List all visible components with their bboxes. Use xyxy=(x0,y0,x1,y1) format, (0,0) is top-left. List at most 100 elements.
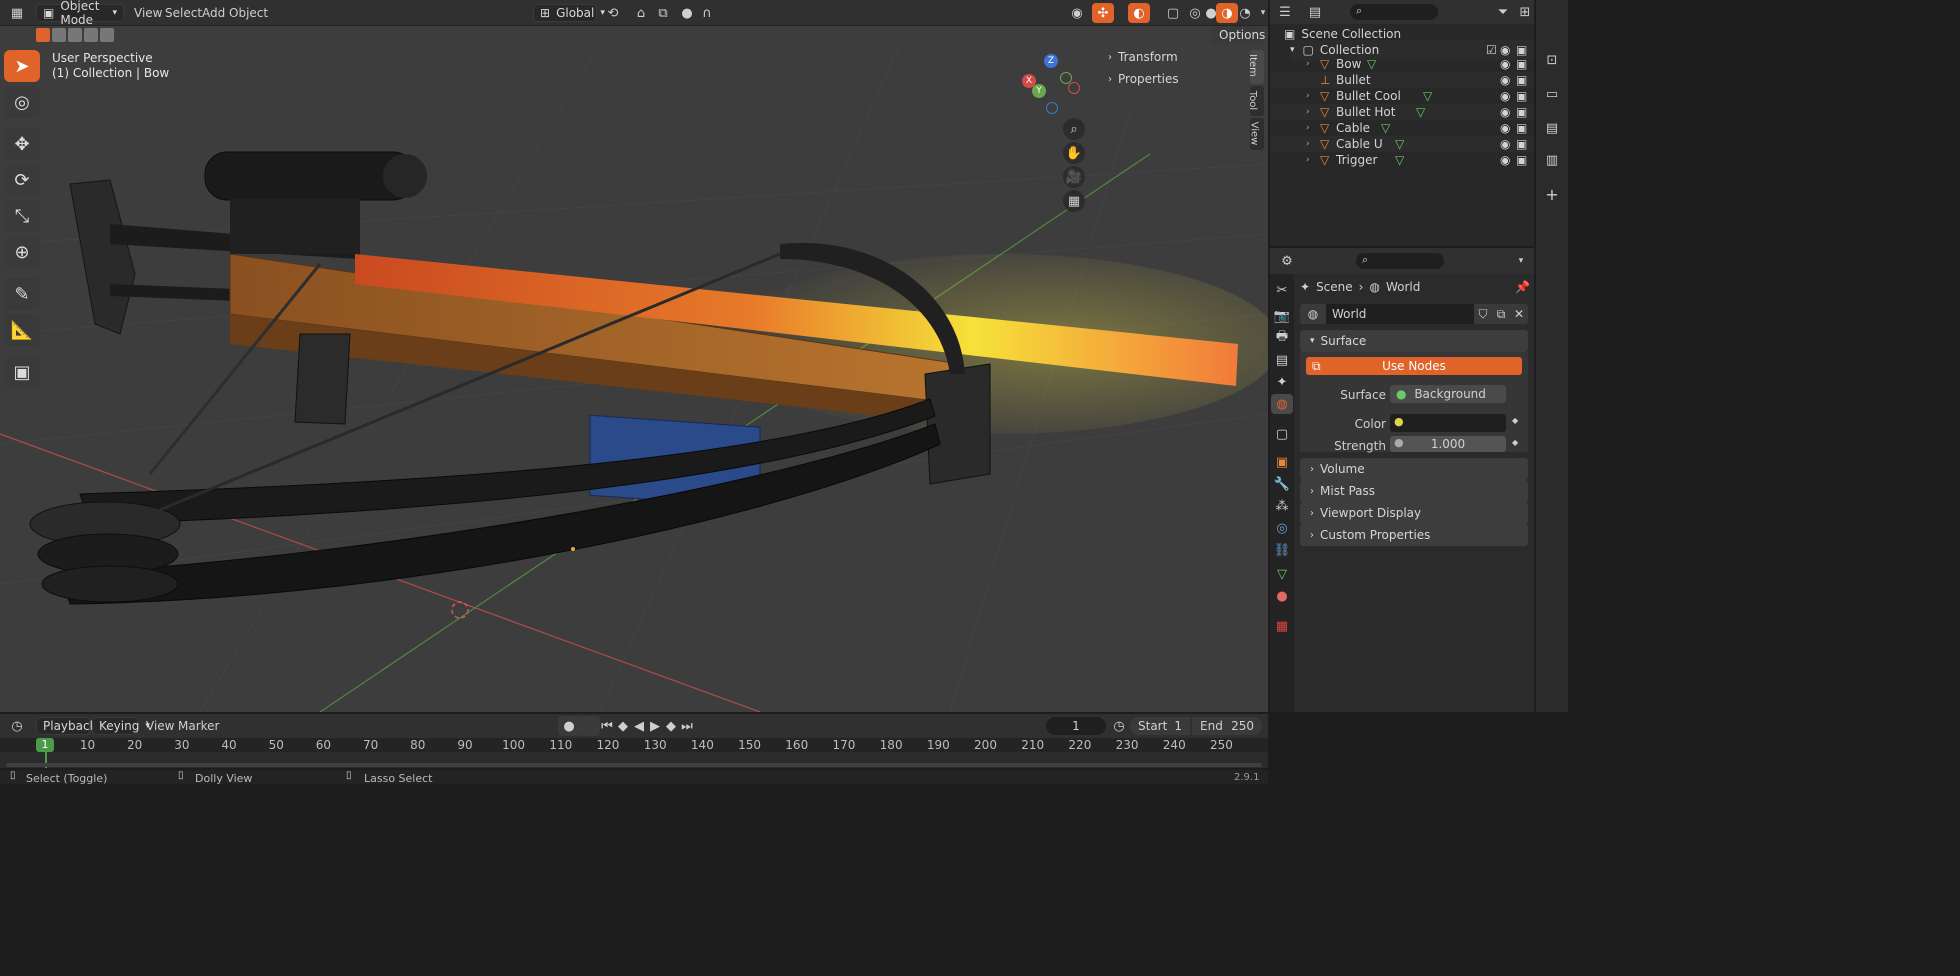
scale-tool-icon[interactable]: ⤡ xyxy=(4,200,40,232)
camera-render-icon[interactable]: ▣ xyxy=(1516,89,1527,103)
camera-render-icon[interactable]: ▣ xyxy=(1516,137,1527,151)
menu-view[interactable]: View xyxy=(134,6,162,20)
overlay-toggle-icon[interactable]: ◐ xyxy=(1128,3,1150,23)
add-cube-tool-icon[interactable]: ▣ xyxy=(4,356,40,388)
start-frame-field[interactable]: Start 1 xyxy=(1130,717,1190,735)
npanel-tab-item[interactable]: Item xyxy=(1247,50,1264,84)
side-shelf-icon-3[interactable]: ▤ xyxy=(1541,118,1563,138)
mesh-data-icon[interactable]: ▽ xyxy=(1395,153,1404,167)
jump-end-icon[interactable]: ⏭ xyxy=(676,716,698,736)
select-new-icon[interactable] xyxy=(36,28,50,42)
eye-icon[interactable]: ◉ xyxy=(1500,57,1510,71)
outliner-search-input[interactable]: ⌕ xyxy=(1350,4,1438,20)
outliner-item[interactable]: › ▽ Bullet Hot ▽ ◉ ▣ xyxy=(1270,104,1534,120)
camera-render-icon[interactable]: ▣ xyxy=(1516,57,1527,71)
eye-icon[interactable]: ◉ xyxy=(1500,153,1510,167)
timeline-current-frame-marker[interactable]: 1 xyxy=(36,738,54,752)
camera-render-icon[interactable]: ▣ xyxy=(1516,153,1527,167)
npanel-tab-tool[interactable]: Tool xyxy=(1247,86,1264,116)
mesh-data-icon[interactable]: ▽ xyxy=(1395,137,1404,151)
visibility-icon[interactable]: ◉ xyxy=(1066,3,1088,23)
timeline-scrollbar[interactable] xyxy=(6,763,1262,767)
navigation-gizmo[interactable]: Z X Y xyxy=(1022,54,1084,116)
camera-render-icon[interactable]: ▣ xyxy=(1516,105,1527,119)
select-extend-icon[interactable] xyxy=(52,28,66,42)
expand-closed-icon[interactable]: › xyxy=(1306,91,1310,101)
camera-render-icon[interactable]: ▣ xyxy=(1516,121,1527,135)
npanel-tab-view[interactable]: View xyxy=(1248,118,1264,150)
pivot-point-icon[interactable]: ⟲ xyxy=(602,3,624,23)
mesh-data-icon[interactable]: ▽ xyxy=(1416,105,1425,119)
menu-select[interactable]: Select xyxy=(165,6,202,20)
outliner-item[interactable]: › ▽ Cable ▽ ◉ ▣ xyxy=(1270,120,1534,136)
breadcrumb-scene[interactable]: Scene xyxy=(1316,280,1353,294)
rotate-tool-icon[interactable]: ⟳ xyxy=(4,164,40,196)
timeline-menu-view[interactable]: View xyxy=(146,719,174,733)
playback-menu[interactable]: Playback ▾ xyxy=(36,717,107,735)
outliner-item[interactable]: › ▽ Bow ▽ ◉ ▣ xyxy=(1270,56,1534,72)
new-collection-icon[interactable]: ⊞ xyxy=(1514,2,1536,22)
side-shelf-icon-4[interactable]: ▥ xyxy=(1541,150,1563,170)
menu-object[interactable]: Object xyxy=(229,6,268,20)
cursor-tool-icon[interactable]: ◎ xyxy=(4,86,40,118)
expand-closed-icon[interactable]: › xyxy=(1306,155,1310,165)
render-tab-icon[interactable]: 📷 xyxy=(1271,306,1293,326)
outliner-item[interactable]: ⊥ Bullet ◉ ▣ xyxy=(1270,72,1534,88)
mode-dropdown[interactable]: ▣ Object Mode ▾ xyxy=(36,0,124,27)
surface-shader-field[interactable]: ● Background xyxy=(1390,385,1506,403)
transform-tool-icon[interactable]: ⊕ xyxy=(4,236,40,268)
measure-tool-icon[interactable]: 📐 xyxy=(4,314,40,346)
viewport-display-panel-header[interactable]: › Viewport Display xyxy=(1300,502,1528,524)
camera-render-icon[interactable]: ▣ xyxy=(1516,73,1527,87)
properties-options-icon[interactable]: ▾ xyxy=(1510,251,1532,271)
material-tab-icon[interactable]: ● xyxy=(1271,586,1293,606)
world-tab-icon[interactable]: ◍ xyxy=(1271,394,1293,414)
outliner-item[interactable]: › ▽ Bullet Cool ▽ ◉ ▣ xyxy=(1270,88,1534,104)
timeline-editor-type-icon[interactable]: ◷ xyxy=(6,716,28,736)
eye-icon[interactable]: ◉ xyxy=(1500,89,1510,103)
texture-tab-icon[interactable]: ▦ xyxy=(1271,616,1293,636)
scene-tab-icon[interactable]: ✦ xyxy=(1271,372,1293,392)
annotate-tool-icon[interactable]: ✎ xyxy=(4,278,40,310)
output-tab-icon[interactable]: 🖶 xyxy=(1271,328,1293,348)
move-tool-icon[interactable]: ✥ xyxy=(4,128,40,160)
unlink-icon[interactable]: ✕ xyxy=(1510,304,1528,324)
select-subtract-icon[interactable] xyxy=(68,28,82,42)
mesh-data-icon[interactable]: ▽ xyxy=(1367,57,1376,71)
falloff-icon[interactable]: ∩ xyxy=(696,3,718,23)
world-browse-icon[interactable]: ◍ xyxy=(1300,304,1326,324)
snap-target-icon[interactable]: ⧉ xyxy=(652,3,674,23)
pin-icon[interactable]: 📌 xyxy=(1515,280,1530,294)
eye-icon[interactable]: ◉ xyxy=(1500,137,1510,151)
stopwatch-icon[interactable]: ◷ xyxy=(1108,716,1130,736)
checkbox-icon[interactable]: ☑ xyxy=(1486,43,1497,57)
zoom-icon[interactable]: ⌕ xyxy=(1063,118,1085,140)
pan-hand-icon[interactable]: ✋ xyxy=(1063,142,1085,164)
expand-closed-icon[interactable]: › xyxy=(1306,123,1310,133)
volume-panel-header[interactable]: › Volume xyxy=(1300,458,1528,480)
particles-tab-icon[interactable]: ⁂ xyxy=(1271,496,1293,516)
expand-closed-icon[interactable]: › xyxy=(1306,59,1310,69)
gizmo-neg-z-icon[interactable] xyxy=(1046,102,1058,114)
side-shelf-icon-1[interactable]: ⊡ xyxy=(1541,50,1563,70)
gizmo-toggle-icon[interactable]: ✣ xyxy=(1092,3,1114,23)
mesh-data-icon[interactable]: ▽ xyxy=(1423,89,1432,103)
strength-keyframe-icon[interactable]: ◆ xyxy=(1512,438,1518,447)
modifier-tab-icon[interactable]: 🔧 xyxy=(1271,474,1293,494)
tool-tab-icon[interactable]: ✂ xyxy=(1271,280,1293,300)
gizmo-y-icon[interactable]: Y xyxy=(1032,84,1046,98)
eye-icon[interactable]: ◉ xyxy=(1500,105,1510,119)
constraints-tab-icon[interactable]: ⛓ xyxy=(1271,540,1293,560)
color-field[interactable]: ● xyxy=(1390,414,1506,432)
add-icon[interactable]: + xyxy=(1541,184,1563,204)
mist-pass-panel-header[interactable]: › Mist Pass xyxy=(1300,480,1528,502)
outliner-item[interactable]: › ▽ Cable U ▽ ◉ ▣ xyxy=(1270,136,1534,152)
properties-search-input[interactable]: ⌕ xyxy=(1356,253,1444,269)
strength-field[interactable]: ● 1.000 xyxy=(1390,436,1506,452)
gizmo-neg-x-icon[interactable] xyxy=(1068,82,1080,94)
eye-icon[interactable]: ◉ xyxy=(1500,73,1510,87)
options-dropdown[interactable]: Options ▾ xyxy=(1212,26,1276,44)
keying-menu[interactable]: Keying ▾ xyxy=(92,717,150,735)
editor-type-button[interactable]: ▦ xyxy=(6,3,28,23)
outliner-item[interactable]: › ▽ Trigger ▽ ◉ ▣ xyxy=(1270,152,1534,168)
